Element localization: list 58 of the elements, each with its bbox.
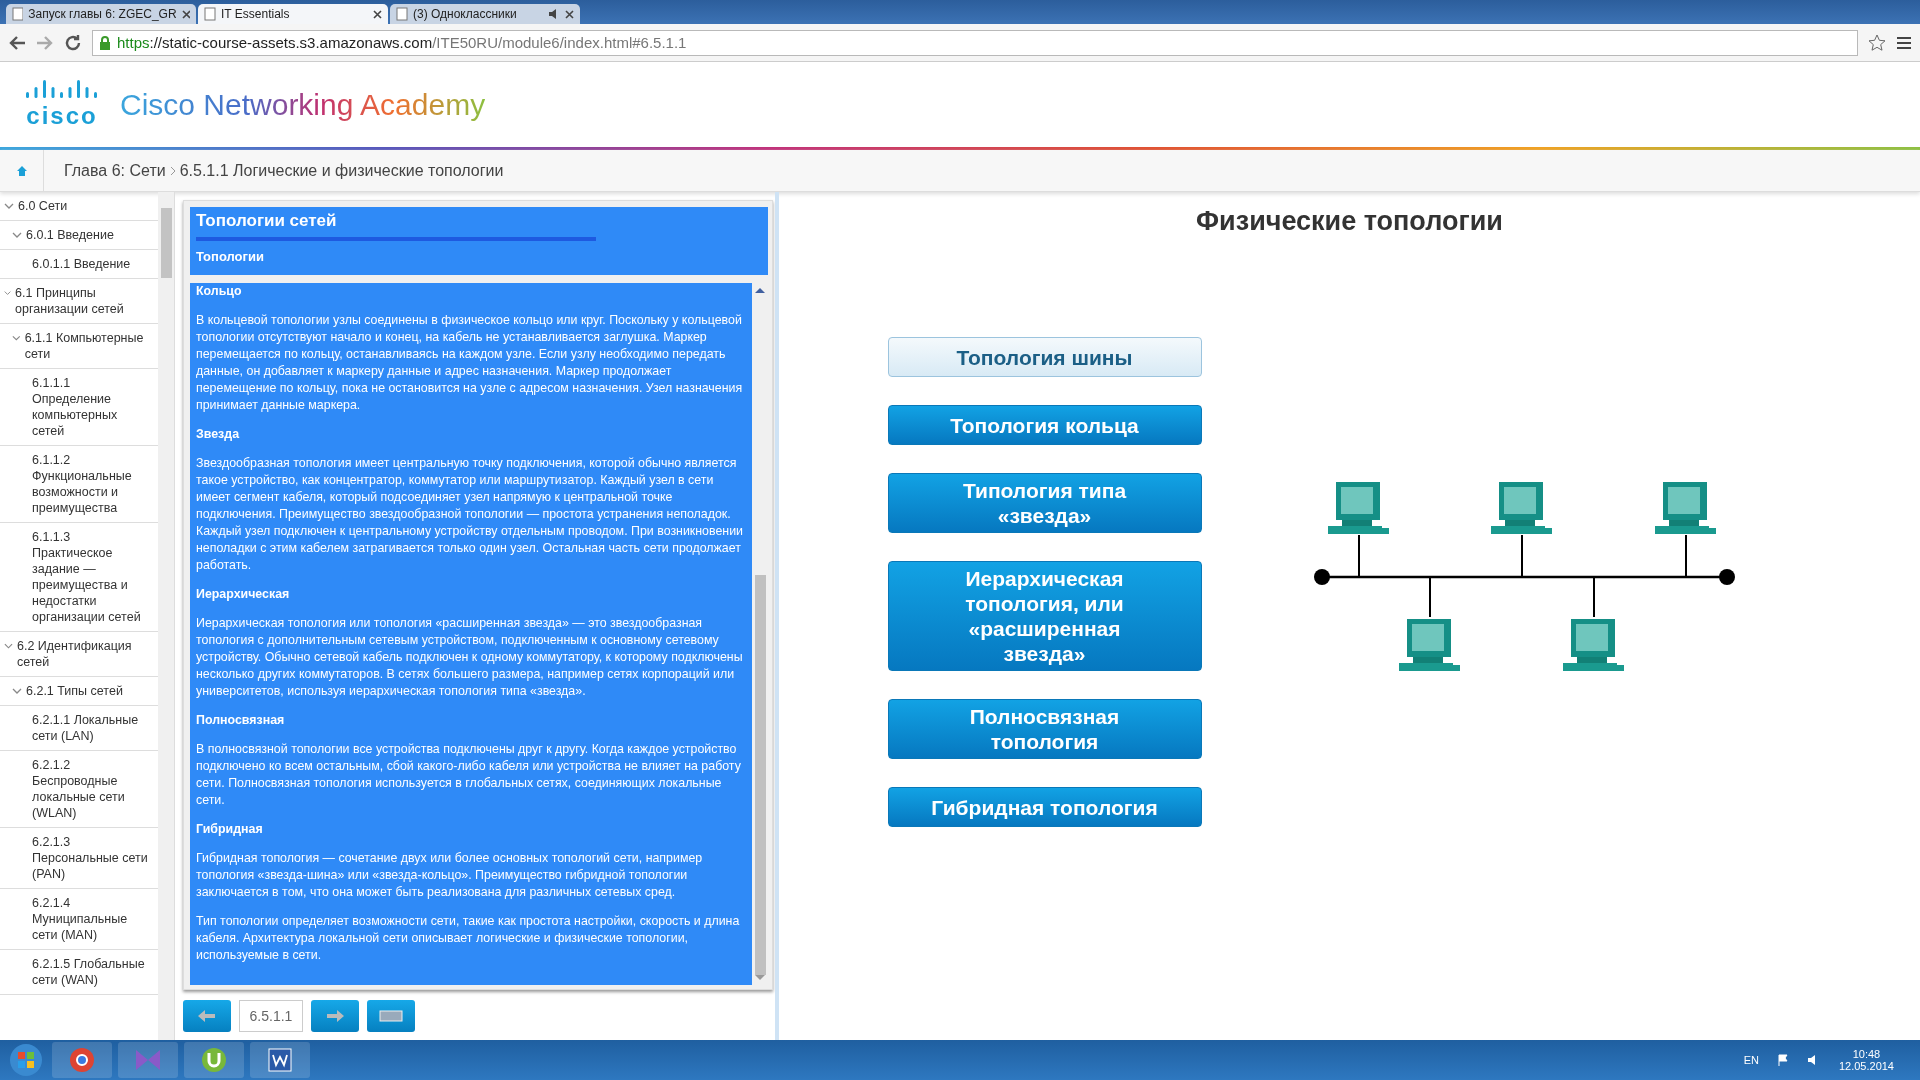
scrollbar[interactable] (158, 192, 174, 1040)
page-icon (204, 7, 216, 21)
menu-button[interactable] (367, 1000, 415, 1032)
topology-button[interactable]: Типология типа «звезда» (887, 473, 1202, 533)
section-heading: Звезда (196, 426, 241, 443)
topology-button[interactable]: Полносвязная топология (887, 699, 1202, 759)
paragraph: Тип топологии определяет возможности сети, такие как простота настройки, скорость и длина кабеля. Архитектура локальной сети описывает логические и физические топологии, используемые в сети. (196, 913, 741, 964)
close-icon[interactable] (373, 9, 382, 19)
browser-tab[interactable]: (3) Одноклассники (390, 4, 580, 24)
breadcrumb-link[interactable]: Глава 6: Сети (64, 161, 166, 180)
home-icon[interactable] (15, 164, 28, 177)
language-indicator[interactable]: EN (1743, 1054, 1759, 1066)
right-arrow-icon (325, 1009, 345, 1023)
back-icon[interactable] (8, 34, 26, 51)
page-icon (396, 7, 408, 21)
reload-icon[interactable] (64, 33, 82, 52)
browser-icon (69, 1047, 95, 1073)
section-heading: Иерархическая (196, 586, 291, 603)
taskbar-app[interactable] (250, 1042, 310, 1078)
address-field[interactable]: https://static-course-assets.s3.amazonaws.com/ITE50RU/module6/index.html#6.5.1.1 (92, 29, 1858, 56)
scroll-up-icon[interactable] (755, 287, 765, 293)
topology-button[interactable]: Иерархическая топология, или «расширенная звезда» (887, 561, 1202, 671)
flag-icon[interactable] (1776, 1054, 1789, 1066)
panel-title: Топологии сетей (196, 211, 338, 231)
paragraph: Звездообразная топология имеет центральную точку подключения, которой обычно является такое устройство, как концентратор, коммутатор или маршрутизатор. Каждый узел в сети имеет сегмент кабеля, который подсоединяет узел напрямую к центральной точке подключения. Преимущество звездообразной топологии — простота устранения неполадок. Каждый узел подключен к центральному устройству отдельным проводом. При возникновении неполадки с этим кабелем затрагивается только один узел. Остальная часть сети продолжает работать. (196, 455, 744, 574)
next-button[interactable] (311, 1000, 359, 1032)
paragraph: В полносвязной топологии все устройства подключены друг к другу. Когда каждое устройство подключено ко всем остальным, сбой какого-либо кабеля или устройства не влияет на работу сети. Полносвязная топология используется в глобальных сетях, соединяющих локальные сети. (196, 741, 742, 809)
bowtie-icon (135, 1049, 161, 1071)
section-heading: Кольцо (196, 283, 243, 300)
panel-subtitle: Топологии (196, 249, 265, 264)
previous-button[interactable] (183, 1000, 231, 1032)
paragraph: Иерархическая топология или топология «расширенная звезда» — это звездообразная топология с дополнительным сетевым устройством, подключенным к основному сетевому устройству. Обычно сетевой кабель подключен к одному коммутатору, к которому подключены несколько других коммутаторов. В сетях большего размера, например сетях корпораций или университетов, используя иерархическая топология типа «звезда». (196, 615, 744, 700)
figure-title: Физические топологии (1196, 206, 1503, 237)
browser-tab[interactable]: IT Essentials (198, 4, 388, 24)
taskbar-app[interactable] (52, 1042, 112, 1078)
browser-tab[interactable]: Запуск главы 6: ZGEC_GR (6, 4, 196, 24)
taskbar-app[interactable] (184, 1042, 244, 1078)
logo-text: cisco (26, 101, 98, 130)
close-icon[interactable] (181, 9, 190, 19)
section-heading: Полносвязная (196, 712, 286, 729)
paragraph: Гибридная топология — сочетание двух или более основных топологий сети, например топология «звезда-шина» или «звезда-кольцо». Преимущество гибридной топологии заключается в том, что она может быть реализована для различных сетевых сред. (196, 850, 704, 901)
topology-button[interactable]: Гибридная топология (887, 787, 1202, 827)
paragraph: В кольцевой топологии узлы соединены в физическое кольцо или круг. Поскольку у кольцевой топологии отсутствуют начало и конец, на кабель не устанавливается заглушка. Маркер перемещается по кольцу, останавливаясь на каждом узле. Если узлу необходимо передать данные, он добавляет к маркеру данные и адрес назначения. Маркер продолжает перемещение по кольцу, пока не остановится на узле с адресом назначения. Узел назначения принимает данные маркера. (196, 312, 744, 414)
close-icon[interactable] (565, 9, 574, 19)
torrent-icon (201, 1047, 227, 1073)
section-heading: Гибридная (196, 821, 264, 838)
menu-icon[interactable] (1896, 35, 1912, 50)
topology-button[interactable]: Топология шины (887, 337, 1202, 377)
star-icon[interactable] (1868, 33, 1886, 52)
breadcrumb-link[interactable]: 6.5.1.1 Логические и физические топологии (179, 161, 504, 180)
rectangle-icon (379, 1010, 403, 1022)
clock[interactable]: 10:48 12.05.2014 (1838, 1048, 1894, 1072)
lock-icon (99, 35, 111, 50)
left-arrow-icon (197, 1009, 217, 1023)
topology-button[interactable]: Топология кольца (887, 405, 1202, 445)
page-number: 6.5.1.1 (239, 1000, 303, 1032)
page-icon (12, 7, 24, 21)
document-icon (268, 1048, 292, 1072)
